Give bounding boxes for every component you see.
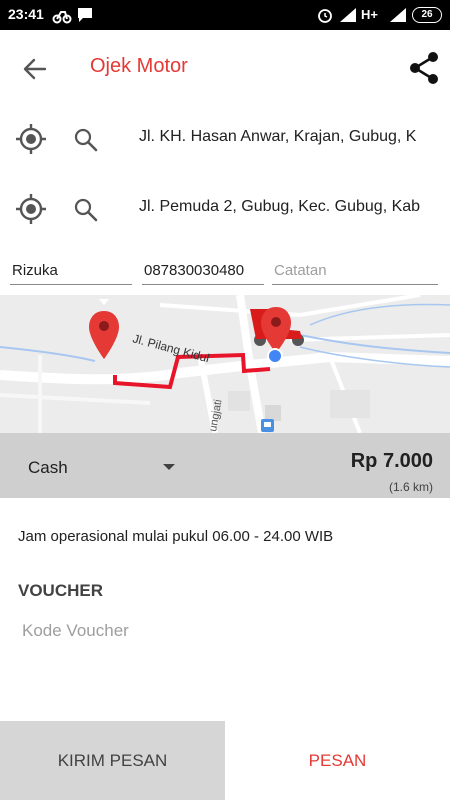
- arrow-left-icon: [23, 58, 47, 80]
- app-toolbar: Ojek Motor: [0, 30, 450, 106]
- order-button[interactable]: PESAN: [225, 721, 450, 800]
- name-field-wrap: [10, 257, 132, 285]
- voucher-code-input[interactable]: [22, 618, 422, 644]
- origin-address[interactable]: Jl. KH. Hasan Anwar, Krajan, Gubug, K: [139, 128, 432, 146]
- notes-field-wrap: [272, 257, 438, 285]
- phone-field[interactable]: [142, 257, 264, 283]
- phone-field-wrap: [142, 257, 264, 285]
- gps-target-icon: [16, 124, 46, 154]
- origin-pin-icon: [89, 311, 119, 359]
- origin-search-button[interactable]: [72, 126, 100, 154]
- notification-chat-icon: [76, 5, 94, 29]
- notification-bike-icon: [52, 5, 72, 29]
- search-icon: [74, 198, 98, 222]
- network-type: H+: [361, 7, 378, 22]
- destination-search-button[interactable]: [72, 196, 100, 224]
- destination-row: Jl. Pemuda 2, Gubug, Kec. Gubug, Kab: [0, 174, 450, 244]
- signal-2-icon: [388, 5, 408, 29]
- status-bar: 23:41 H+ 26: [0, 0, 450, 30]
- page-title: Ojek Motor: [90, 55, 188, 77]
- voucher-heading: VOUCHER: [18, 581, 104, 600]
- origin-row: Jl. KH. Hasan Anwar, Krajan, Gubug, K: [0, 104, 450, 174]
- map-street-label: Jl. Pilang Kidul: [131, 331, 211, 365]
- route-map[interactable]: Jl. Pilang Kidul ungjati: [0, 295, 450, 433]
- chevron-down-icon[interactable]: [163, 464, 175, 470]
- search-icon: [74, 128, 98, 152]
- payment-bar: Cash Rp 7.000 (1.6 km): [0, 433, 450, 498]
- destination-pin-icon: [261, 307, 291, 353]
- destination-locate-button[interactable]: [14, 192, 48, 226]
- back-button[interactable]: [20, 54, 50, 84]
- gps-target-icon: [16, 194, 46, 224]
- payment-method-select[interactable]: Cash: [28, 458, 68, 478]
- destination-address[interactable]: Jl. Pemuda 2, Gubug, Kec. Gubug, Kab: [139, 198, 432, 216]
- notes-field[interactable]: [272, 257, 438, 283]
- fare-price: Rp 7.000: [350, 450, 433, 472]
- trip-distance: (1.6 km): [388, 480, 433, 494]
- bus-stop-icon: [261, 419, 274, 432]
- signal-icon: [338, 5, 358, 29]
- current-location-icon: [267, 348, 283, 364]
- origin-locate-button[interactable]: [14, 122, 48, 156]
- share-icon: [410, 52, 438, 84]
- send-message-button[interactable]: KIRIM PESAN: [0, 721, 225, 800]
- operating-hours: Jam operasional mulai pukul 06.00 - 24.0…: [18, 528, 334, 545]
- status-time: 23:41: [8, 6, 44, 22]
- name-field[interactable]: [10, 257, 132, 283]
- alarm-icon: [316, 5, 334, 29]
- voucher-field-wrap: [22, 618, 422, 644]
- share-button[interactable]: [406, 50, 442, 86]
- battery-level: 26: [412, 7, 442, 23]
